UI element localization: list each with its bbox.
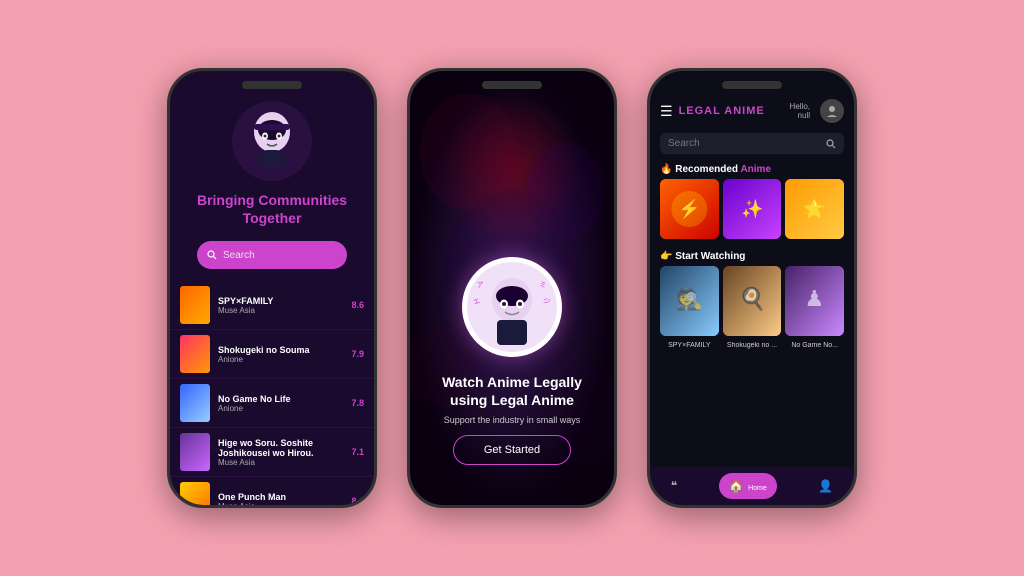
start-card-1[interactable]: 🕵 [660, 266, 719, 336]
start-card-3[interactable]: ♟ [785, 266, 844, 336]
phone1-avatar [232, 101, 312, 181]
anime-studio: Muse Asia [218, 458, 343, 467]
anime-studio: Muse Asia [218, 502, 343, 505]
user-avatar[interactable] [820, 99, 844, 123]
anime-title: Hige wo Soru. Soshite Joshikousei wo Hir… [218, 438, 343, 458]
start-watching-row: 🕵 🍳 ♟ [650, 266, 854, 336]
anime-score: 8.6 [351, 300, 364, 310]
nav-item-quotes[interactable]: ❝ [671, 479, 677, 493]
phone3-screen: ☰ LEGAL ANIME Hello, null 🔥 Recomended A… [650, 71, 854, 505]
anime-thumb [180, 433, 210, 471]
banner-card-1[interactable]: ⚡ [660, 179, 719, 239]
svg-text:✨: ✨ [741, 199, 763, 219]
svg-text:ア: ア [476, 280, 484, 289]
nav-item-profile[interactable]: 👤 [818, 479, 833, 493]
search-icon [826, 139, 836, 149]
anime-studio: Muse Asia [218, 306, 343, 315]
search-bar[interactable] [660, 133, 844, 154]
start-card-labels: SPY×FAMILY Shokugeki no ... No Game No..… [650, 340, 854, 351]
start-card-2[interactable]: 🍳 [723, 266, 782, 336]
anime-title: Shokugeki no Souma [218, 345, 343, 355]
card-label-3: No Game No... [785, 342, 844, 349]
recommended-banner-row: ⚡ ✨ 🌟 [650, 179, 854, 239]
anime-studio: Anione [218, 404, 343, 413]
banner-card-3[interactable]: 🌟 [785, 179, 844, 239]
svg-text:🌟: 🌟 [803, 198, 825, 220]
svg-text:🕵: 🕵 [676, 286, 703, 311]
nav-item-home[interactable]: 🏠 Home [719, 473, 777, 499]
phone-3: ☰ LEGAL ANIME Hello, null 🔥 Recomended A… [647, 68, 857, 508]
home-icon: 🏠 [729, 479, 744, 493]
phone2-sub-text: Support the industry in small ways [430, 415, 594, 425]
list-item[interactable]: Shokugeki no Souma Anione 7.9 [170, 330, 374, 379]
phone2-text-block: Watch Anime Legally using Legal Anime Su… [410, 373, 614, 425]
card-label-2: Shokugeki no ... [723, 342, 782, 349]
phone2-screen: ジ ミ エ ア Watch Anime Legally using Legal … [410, 71, 614, 505]
null-text: null [798, 111, 810, 120]
anime-score: 8.3 [351, 496, 364, 505]
phone2-logo: ジ ミ エ ア [462, 257, 562, 357]
anime-thumb [180, 384, 210, 422]
list-item[interactable]: SPY×FAMILY Muse Asia 8.6 [170, 281, 374, 330]
phone1-title: Bringing Communities Together [170, 191, 374, 227]
phone1-anime-list: SPY×FAMILY Muse Asia 8.6 Shokugeki no So… [170, 281, 374, 505]
bottom-navigation: ❝ 🏠 Home 👤 [650, 467, 854, 505]
hamburger-icon[interactable]: ☰ [660, 103, 673, 120]
banner-card-2[interactable]: ✨ [723, 179, 782, 239]
anime-title: No Game No Life [218, 394, 343, 404]
search-input[interactable] [668, 138, 820, 149]
anime-title: One Punch Man [218, 492, 343, 502]
anime-score: 7.1 [351, 447, 364, 457]
phone-1: Bringing Communities Together Search SPY… [167, 68, 377, 508]
quotes-icon: ❝ [671, 479, 677, 493]
list-item[interactable]: No Game No Life Anione 7.8 [170, 379, 374, 428]
anime-score: 7.8 [351, 398, 364, 408]
phone1-screen: Bringing Communities Together Search SPY… [170, 71, 374, 505]
start-watching-title: 👉 Start Watching [650, 245, 854, 266]
anime-thumb [180, 482, 210, 505]
anime-title: SPY×FAMILY [218, 296, 343, 306]
recommended-section-title: 🔥 Recomended Anime [650, 158, 854, 179]
svg-text:⚡: ⚡ [678, 198, 700, 220]
hello-text: Hello, [790, 102, 810, 111]
anime-studio: Anione [218, 355, 343, 364]
svg-text:ミ: ミ [539, 281, 547, 289]
app-title: LEGAL ANIME [679, 105, 784, 117]
get-started-button[interactable]: Get Started [453, 435, 571, 465]
profile-icon: 👤 [818, 479, 833, 493]
anime-score: 7.9 [351, 349, 364, 359]
list-item[interactable]: One Punch Man Muse Asia 8.3 [170, 477, 374, 505]
home-label: Home [748, 485, 767, 492]
anime-thumb [180, 335, 210, 373]
svg-text:🍳: 🍳 [738, 286, 765, 312]
phone1-search-bar[interactable]: Search [197, 241, 347, 269]
phone1-search-placeholder: Search [223, 250, 255, 261]
phone3-header: ☰ LEGAL ANIME Hello, null [650, 71, 854, 129]
svg-text:♟: ♟ [805, 286, 825, 311]
anime-thumb [180, 286, 210, 324]
phone-2: ジ ミ エ ア Watch Anime Legally using Legal … [407, 68, 617, 508]
list-item[interactable]: Hige wo Soru. Soshite Joshikousei wo Hir… [170, 428, 374, 477]
card-label-1: SPY×FAMILY [660, 342, 719, 349]
phone2-main-text: Watch Anime Legally using Legal Anime [430, 373, 594, 409]
